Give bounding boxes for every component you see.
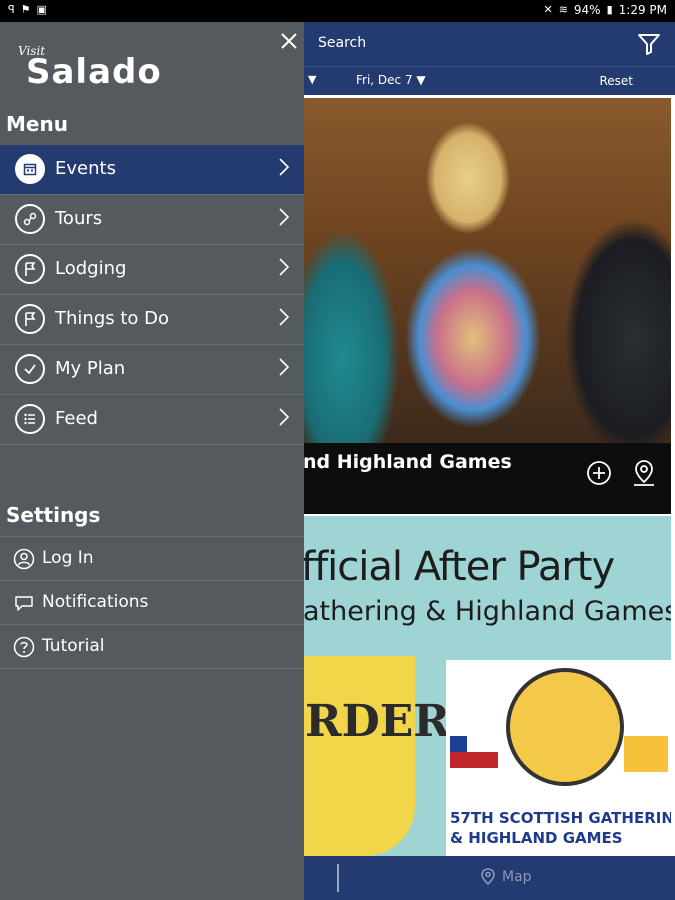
event-card[interactable]: nd Highland Games [303, 98, 671, 514]
menu-item-label: My Plan [55, 358, 126, 379]
chevron-right-icon [279, 208, 290, 226]
event-title: nd Highland Games [303, 451, 512, 473]
mute-icon: ✕ [543, 3, 553, 16]
highland-games-logo-caption: 57TH SCOTTISH GATHERIN & HIGHLAND GAMES [450, 808, 671, 848]
wifi-icon: ≋ [558, 3, 568, 16]
event-poster-headline: fficial After Party [303, 544, 615, 590]
event-photo [303, 98, 671, 443]
image-notification-icon: ▣ [36, 3, 47, 16]
logo-caption-line-2: & HIGHLAND GAMES [450, 829, 623, 847]
list-icon [15, 404, 45, 434]
menu-item-label: Things to Do [55, 308, 170, 329]
menu-item-label: Feed [55, 408, 98, 429]
event-caption: nd Highland Games [303, 443, 671, 514]
date-filter-label: Fri, Dec 7 [356, 73, 413, 87]
system-status: ✕ ≋ 94% ▮ 1:29 PM [543, 3, 667, 17]
crest-emblem [506, 668, 624, 786]
brewery-logo: RDER [303, 656, 450, 856]
menu-item-lodging[interactable]: Lodging [0, 245, 304, 295]
menu-item-events[interactable]: Events [0, 145, 304, 195]
user-icon [13, 548, 35, 570]
checkmark-icon [15, 354, 45, 384]
menu-item-my-plan[interactable]: My Plan [0, 345, 304, 395]
brewery-logo-text: RDER [305, 696, 450, 747]
menu-item-tours[interactable]: Tours [0, 195, 304, 245]
settings-list: Log In Notifications Tutorial [0, 536, 304, 669]
navigation-drawer: Visit Salado Menu Events Tours Lodging T… [0, 22, 304, 900]
flag-icon [15, 254, 45, 284]
close-icon[interactable] [278, 30, 300, 52]
menu-item-feed[interactable]: Feed [0, 395, 304, 445]
event-card[interactable]: fficial After Party athering & Highland … [303, 516, 671, 856]
map-tab-label: Map [502, 869, 532, 885]
chevron-right-icon [279, 258, 290, 276]
settings-item-label: Notifications [42, 592, 149, 612]
filter-icon[interactable] [637, 32, 661, 56]
search-field[interactable]: Search [318, 35, 366, 51]
notification-icons: ꟼ ⚑ ▣ [8, 3, 47, 17]
tour-route-icon [15, 204, 45, 234]
logo-salado-text: Salado [26, 52, 162, 92]
settings-heading: Settings [6, 503, 101, 527]
settings-item-notifications[interactable]: Notifications [0, 581, 304, 625]
battery-icon: ▮ [606, 3, 613, 16]
category-dropdown-caret-icon[interactable]: ▼ [308, 73, 316, 86]
bottom-nav-divider [337, 864, 339, 892]
speech-bubble-icon [15, 596, 33, 611]
settings-item-tutorial[interactable]: Tutorial [0, 625, 304, 669]
logo-caption-line-1: 57TH SCOTTISH GATHERIN [450, 809, 671, 827]
menu-heading: Menu [6, 112, 68, 136]
clock: 1:29 PM [618, 3, 667, 17]
chevron-right-icon [279, 158, 290, 176]
calendar-icon [15, 154, 45, 184]
notification-icon: ꟼ [8, 3, 15, 16]
map-tab[interactable]: Map [480, 868, 532, 886]
menu-item-things-to-do[interactable]: Things to Do [0, 295, 304, 345]
status-bar: ꟼ ⚑ ▣ ✕ ≋ 94% ▮ 1:29 PM [0, 0, 675, 22]
chevron-right-icon [279, 308, 290, 326]
add-to-plan-icon[interactable] [586, 460, 612, 486]
map-pin-icon [481, 868, 495, 886]
question-icon [13, 636, 35, 658]
chevron-right-icon [279, 408, 290, 426]
battery-percent: 94% [573, 3, 601, 17]
map-pin-icon[interactable] [631, 458, 657, 488]
chevron-right-icon [279, 358, 290, 376]
texas-flag [450, 736, 498, 768]
scotland-flag [624, 736, 668, 772]
flag-icon [15, 304, 45, 334]
highland-games-logo: 57TH SCOTTISH GATHERIN & HIGHLAND GAMES [446, 660, 671, 856]
settings-item-label: Log In [42, 548, 94, 568]
menu-item-label: Events [55, 158, 116, 179]
settings-item-label: Tutorial [42, 636, 105, 656]
settings-item-log-in[interactable]: Log In [0, 537, 304, 581]
menu-item-label: Tours [55, 208, 103, 229]
reset-button[interactable]: Reset [599, 74, 633, 88]
date-dropdown[interactable]: Fri, Dec 7 ▼ [356, 73, 426, 87]
menu-list: Events Tours Lodging Things to Do My Pla… [0, 145, 304, 445]
event-poster-subline: athering & Highland Games [303, 596, 671, 627]
flag-notification-icon: ⚑ [20, 3, 31, 16]
visit-salado-logo: Visit Salado [18, 44, 161, 94]
menu-item-label: Lodging [55, 258, 127, 279]
